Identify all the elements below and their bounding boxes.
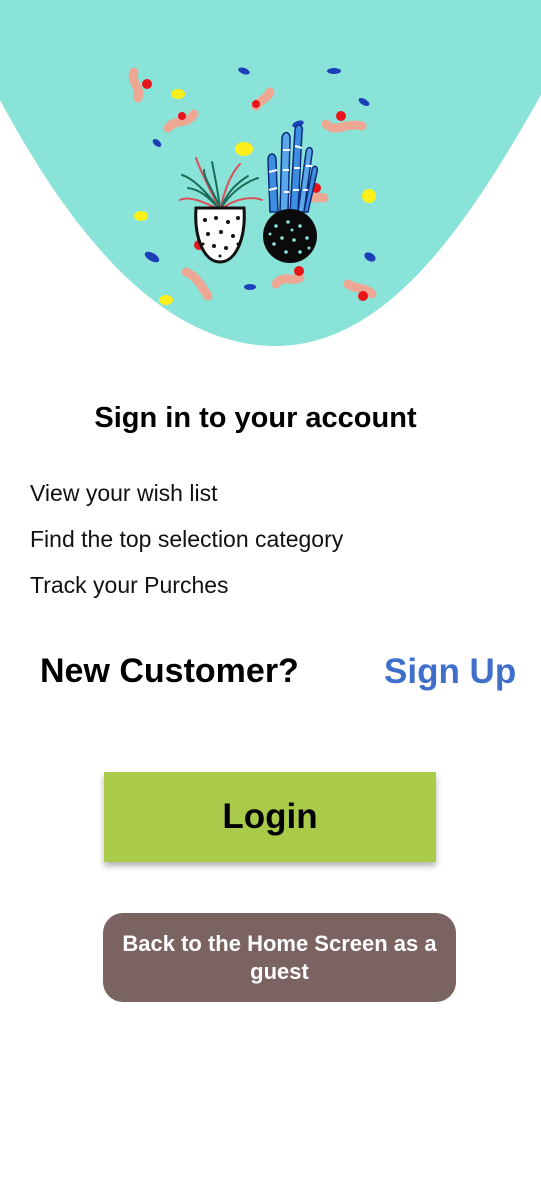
guest-home-button[interactable]: Back to the Home Screen as a guest [103,913,456,1002]
feature-top-category: Find the top selection category [30,526,344,552]
feature-wish-list: View your wish list [30,480,218,506]
new-customer-prompt: New Customer? [40,652,299,690]
sign-up-link[interactable]: Sign Up [384,652,516,692]
feature-track-purchases: Track your Purches [30,572,229,598]
page-title: Sign in to your account [94,402,417,434]
login-button[interactable]: Login [104,772,436,862]
feature-list: View your wish list Find the top selecti… [30,478,343,616]
plants-illustration [0,0,541,346]
right-plant-pot [263,209,317,263]
hero-banner [0,0,541,350]
